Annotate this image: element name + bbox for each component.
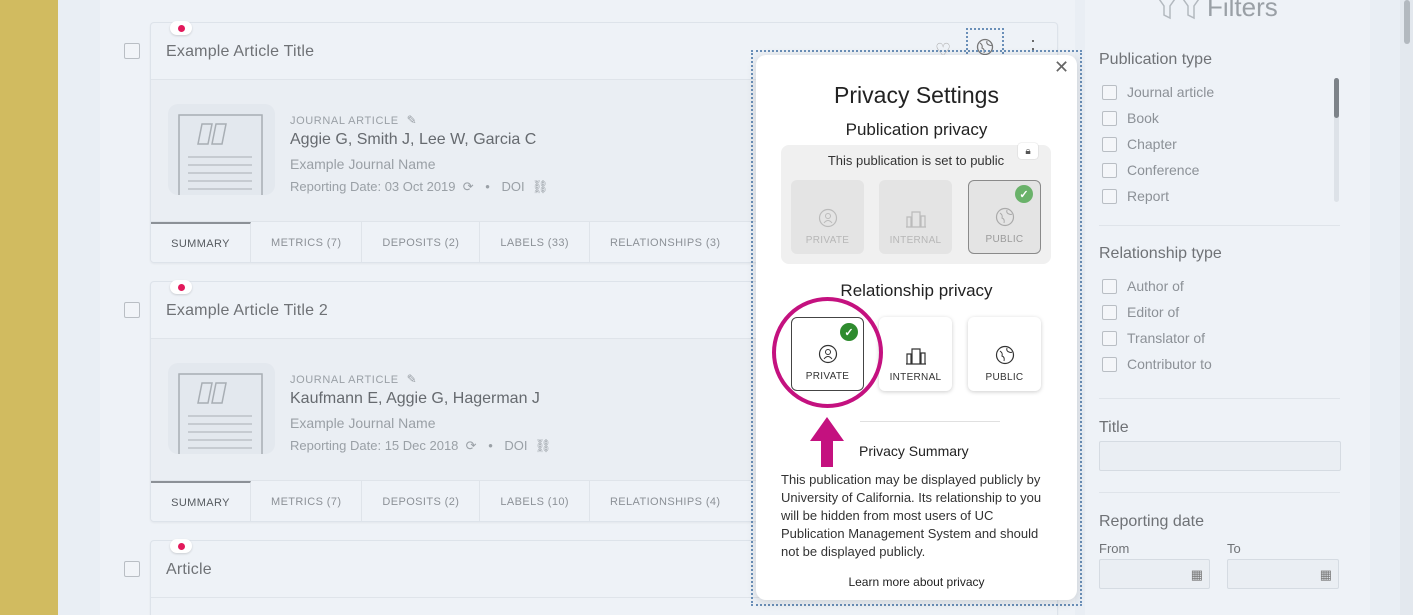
privacy-summary-text: This publication may be displayed public… [781, 472, 1042, 559]
reporting-date-label: Reporting Date: [290, 179, 382, 194]
divider [1099, 225, 1340, 226]
divider [860, 421, 1000, 422]
row-select-checkbox[interactable] [124, 302, 140, 318]
filter-book[interactable]: Book [1102, 110, 1159, 126]
from-label: From [1099, 541, 1130, 556]
dot-separator: • [488, 438, 493, 453]
article-title[interactable]: Article [166, 561, 212, 579]
filter-conference[interactable]: Conference [1102, 162, 1199, 178]
notification-badge [170, 280, 192, 294]
page-scrollbar-thumb[interactable] [1404, 0, 1410, 44]
doi-label: DOI [501, 179, 525, 194]
from-date-input[interactable]: ▦ [1099, 559, 1210, 589]
article-title[interactable]: Example Article Title [166, 43, 314, 61]
filter-translator-of[interactable]: Translator of [1102, 330, 1205, 346]
tab-deposits[interactable]: DEPOSITS (2) [362, 222, 481, 262]
up-arrow-annotation [810, 417, 844, 467]
tab-summary[interactable]: SUMMARY [151, 222, 251, 262]
edit-pencil-icon[interactable]: ✎ [407, 113, 418, 127]
filter-chapter[interactable]: Chapter [1102, 136, 1177, 152]
private-person-icon [818, 208, 837, 228]
privacy-summary-title: Privacy Summary [859, 443, 969, 459]
publication-type-heading: Publication type [1099, 51, 1212, 68]
lock-icon: 🔒︎ [1018, 143, 1038, 159]
quote-document-icon [178, 114, 263, 195]
reporting-date-heading: Reporting date [1099, 513, 1204, 530]
tab-metrics[interactable]: METRICS (7) [251, 222, 363, 262]
filters-title: Filters [1155, 0, 1278, 23]
relationship-type-heading: Relationship type [1099, 245, 1222, 262]
title-filter-input[interactable] [1099, 441, 1341, 471]
close-icon[interactable]: ✕ [1054, 58, 1069, 76]
row-select-checkbox[interactable] [124, 43, 140, 59]
relationship-privacy-heading: Relationship privacy [840, 281, 993, 300]
journal-name: Example Journal Name [290, 156, 436, 172]
row-select-checkbox[interactable] [124, 561, 140, 577]
highlight-ring [772, 297, 883, 408]
filter-contributor-to[interactable]: Contributor to [1102, 356, 1212, 372]
link-icon[interactable]: ⛓ [528, 179, 549, 194]
privacy-settings-title: Privacy Settings [834, 82, 999, 108]
relationship-internal-option[interactable]: INTERNAL [879, 317, 952, 391]
filter-report[interactable]: Report [1102, 188, 1169, 204]
article-title[interactable]: Example Article Title 2 [166, 302, 328, 320]
tab-summary[interactable]: SUMMARY [151, 481, 251, 521]
to-label: To [1227, 541, 1241, 556]
authors: Kaufmann E, Aggie G, Hagerman J [290, 390, 540, 407]
tab-relationships[interactable]: RELATIONSHIPS (4) [590, 481, 741, 521]
public-globe-icon [995, 207, 1014, 227]
journal-name: Example Journal Name [290, 415, 436, 431]
calendar-icon[interactable]: ▦ [1320, 567, 1332, 583]
link-icon[interactable]: ⛓ [531, 438, 552, 453]
authors: Aggie G, Smith J, Lee W, Garcia C [290, 131, 537, 148]
to-date-input[interactable]: ▦ [1227, 559, 1339, 589]
reporting-date-row: Reporting Date: 03 Oct 2019 ⟳ • DOI ⛓ [290, 179, 548, 195]
internal-building-icon [905, 348, 926, 365]
publication-type-label: JOURNAL ARTICLE ✎ [290, 113, 418, 127]
publication-type-label: JOURNAL ARTICLE ✎ [290, 372, 418, 386]
reporting-date-value: 15 Dec 2018 [384, 438, 459, 453]
selected-check-icon: ✓ [1015, 185, 1033, 203]
relationship-public-option[interactable]: PUBLIC [968, 317, 1041, 391]
page-scrollbar[interactable] [1400, 0, 1413, 615]
publication-internal-option: INTERNAL [879, 180, 952, 254]
quote-document-icon [178, 373, 263, 454]
publication-type-scrollbar[interactable] [1334, 78, 1339, 202]
learn-more-privacy-link[interactable]: Learn more about privacy [756, 575, 1077, 589]
tab-deposits[interactable]: DEPOSITS (2) [362, 481, 481, 521]
publication-private-option: PRIVATE [791, 180, 864, 254]
tab-relationships[interactable]: RELATIONSHIPS (3) [590, 222, 741, 262]
reporting-date-label: Reporting Date: [290, 438, 382, 453]
refresh-icon[interactable]: ⟳ [462, 438, 477, 453]
tab-metrics[interactable]: METRICS (7) [251, 481, 363, 521]
dot-separator: • [485, 179, 490, 194]
publication-privacy-heading: Publication privacy [845, 120, 988, 139]
filter-author-of[interactable]: Author of [1102, 278, 1184, 294]
title-filter-heading: Title [1099, 419, 1129, 436]
article-thumbnail [168, 104, 275, 195]
tab-labels[interactable]: LABELS (33) [480, 222, 590, 262]
notification-badge [170, 21, 192, 35]
reporting-date-row: Reporting Date: 15 Dec 2018 ⟳ • DOI ⛓ [290, 438, 551, 454]
doi-label: DOI [504, 438, 528, 453]
tab-labels[interactable]: LABELS (10) [480, 481, 590, 521]
filter-editor-of[interactable]: Editor of [1102, 304, 1179, 320]
divider [1099, 398, 1340, 399]
divider [1099, 492, 1340, 493]
left-strip [0, 0, 58, 615]
article-thumbnail [168, 363, 275, 454]
edit-pencil-icon[interactable]: ✎ [407, 372, 418, 386]
publication-privacy-status: This publication is set to public [827, 153, 1005, 168]
calendar-icon[interactable]: ▦ [1191, 567, 1203, 583]
reporting-date-value: 03 Oct 2019 [384, 179, 456, 194]
notification-badge [170, 539, 192, 553]
public-globe-icon [995, 345, 1014, 365]
filter-journal-article[interactable]: Journal article [1102, 84, 1214, 100]
filter-funnel-icon [1159, 0, 1199, 19]
internal-building-icon [905, 211, 926, 228]
refresh-icon[interactable]: ⟳ [459, 179, 474, 194]
